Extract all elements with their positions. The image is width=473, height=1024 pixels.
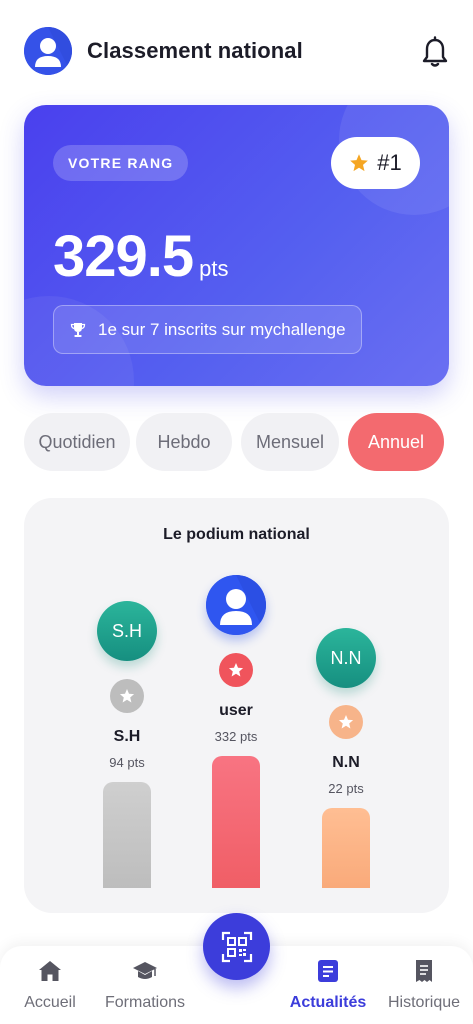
nav-label: Accueil xyxy=(24,994,76,1011)
podium-points-second: 94 pts xyxy=(109,755,145,770)
score-value: 329.5 xyxy=(53,224,194,289)
podium-points-first: 332 pts xyxy=(214,729,258,744)
nav-item-formations[interactable]: Formations xyxy=(95,958,195,1012)
nav-item-historique[interactable]: Historique xyxy=(374,958,473,1012)
user-avatar-icon xyxy=(24,27,72,75)
podium-name-second: S.H xyxy=(113,728,141,745)
podium-avatar-first[interactable] xyxy=(206,575,266,635)
home-icon xyxy=(39,961,61,981)
rank-badge: #1 xyxy=(331,137,420,189)
bell-icon xyxy=(422,36,448,67)
user-avatar-icon xyxy=(206,575,266,635)
score-display: 329.5 pts xyxy=(53,223,229,290)
receipt-icon xyxy=(416,960,432,982)
news-icon xyxy=(318,960,338,982)
podium-bar-second xyxy=(103,782,151,888)
rank-card: VOTRE RANG #1 329.5 pts 1e sur 7 inscrits… xyxy=(24,105,449,386)
podium-points-third: 22 pts xyxy=(328,781,364,796)
graduation-cap-icon xyxy=(133,962,157,979)
profile-avatar[interactable] xyxy=(24,27,72,75)
star-icon xyxy=(350,154,369,172)
star-icon xyxy=(119,689,135,703)
nav-label: Actualités xyxy=(289,994,367,1011)
app-header: Classement national xyxy=(0,0,473,104)
podium-name-third: N.N xyxy=(332,754,360,771)
tab-hebdo[interactable]: Hebdo xyxy=(136,413,232,471)
ranking-info-text: 1e sur 7 inscrits sur mychallenge xyxy=(98,319,346,339)
trophy-icon xyxy=(70,322,86,337)
nav-item-actualites[interactable]: Actualités xyxy=(278,958,378,1012)
nav-label: Formations xyxy=(104,994,186,1011)
nav-item-accueil[interactable]: Accueil xyxy=(0,958,100,1012)
period-tabs: Quotidien Hebdo Mensuel Annuel xyxy=(24,413,449,471)
podium-title: Le podium national xyxy=(163,526,310,543)
tab-annuel[interactable]: Annuel xyxy=(348,413,444,471)
bronze-medal xyxy=(329,705,363,739)
podium-avatar-second[interactable]: S.H xyxy=(97,601,157,661)
podium-bar-third xyxy=(322,808,370,888)
rank-label: VOTRE RANG xyxy=(53,145,189,181)
tab-mensuel[interactable]: Mensuel xyxy=(241,413,339,471)
rank-number: #1 xyxy=(377,150,402,175)
tab-quotidien[interactable]: Quotidien xyxy=(24,413,130,471)
star-icon xyxy=(338,715,354,729)
score-unit: pts xyxy=(199,256,229,281)
page-title: Classement national xyxy=(87,38,303,63)
podium-card: Le podium national S.H S.H 94 pts user 3… xyxy=(24,498,449,913)
silver-medal xyxy=(110,679,144,713)
qr-code-icon xyxy=(221,931,252,962)
nav-label: Historique xyxy=(387,994,461,1011)
podium-name-first: user xyxy=(219,702,253,719)
qr-scan-button[interactable] xyxy=(203,913,270,980)
ranking-info-pill: 1e sur 7 inscrits sur mychallenge xyxy=(53,305,362,354)
podium-avatar-third[interactable]: N.N xyxy=(316,628,376,688)
star-icon xyxy=(228,663,244,677)
gold-medal xyxy=(219,653,253,687)
notifications-button[interactable] xyxy=(420,36,450,68)
podium-bar-first xyxy=(212,756,260,888)
